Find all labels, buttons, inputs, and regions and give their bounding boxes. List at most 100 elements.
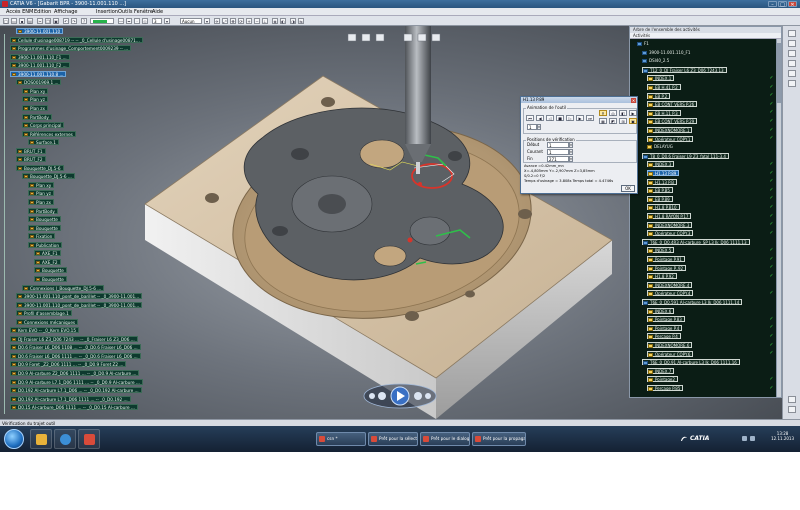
activity-row[interactable]: Opérateur COPY.1 (647, 135, 694, 142)
spec-tree-node[interactable]: 3900-11.001.110.8 ... (10, 70, 67, 77)
activity-row[interactable]: T6E_0_D0.591 Al-carbure L3 Ik_D06 1111.1… (642, 299, 743, 305)
spec-tree-node[interactable]: D0.192 Al-carbure L7.1_D06 1111 ... -- _… (10, 395, 131, 402)
activity-row[interactable]: INDEXNOMORE.6 (647, 342, 693, 348)
line-weight-icon[interactable]: ═ (126, 18, 132, 24)
activity-row[interactable]: H1.13 P.89 (647, 170, 680, 176)
spec-tree-node[interactable]: Bouquette (28, 216, 61, 223)
spec-tree-node[interactable]: Profil d'assemblage.1 (16, 310, 72, 317)
spec-tree-node[interactable]: AXE_F2 (34, 258, 61, 265)
spec-tree-node[interactable]: Plan yz (28, 190, 54, 197)
open-file-icon[interactable]: ▭ (11, 18, 17, 24)
step-forward-icon[interactable]: ▶ (576, 115, 584, 121)
activity-row[interactable]: EB P.2 (647, 92, 671, 99)
spec-tree-node[interactable]: DOS001969.1 ... (16, 79, 62, 86)
simulate-icon[interactable] (788, 80, 796, 87)
play-back-icon[interactable]: ◁ (546, 115, 554, 121)
debut-spinner[interactable]: ▾ (569, 142, 573, 148)
paste-icon[interactable]: ▣ (53, 18, 59, 24)
activity-row[interactable]: DSI40_2.5 (642, 58, 669, 64)
activity-row[interactable]: T6E_0_D0.91 Al-carbure L3 Ik_D06 1111.16 (642, 359, 740, 366)
activity-row[interactable]: H1.13 P.B (647, 178, 677, 185)
new-file-icon[interactable]: □ (3, 18, 9, 24)
filter-combo[interactable]: Aucun (180, 18, 202, 24)
activity-row[interactable]: Opérateur COPY.6 (647, 350, 694, 357)
spec-tree-node[interactable]: 3900-11.001.110_pont_de_barillet -- _0_3… (16, 293, 143, 300)
layer-combo[interactable]: 3 (152, 18, 162, 24)
dialog-close-icon[interactable]: ✕ (631, 97, 636, 103)
swap-visible-icon[interactable]: ⇆ (298, 18, 304, 24)
spec-tree-node[interactable]: D0.9 Al-carbure Z2_D06 1111 ... -- _0_D0… (10, 370, 140, 376)
menu-outils[interactable]: Outils (118, 9, 132, 15)
normal-view-icon[interactable]: ⊥ (262, 18, 268, 24)
line-type-icon[interactable]: ― (118, 18, 124, 24)
rewind-icon[interactable]: ⏮ (526, 115, 534, 121)
zoom-out-icon[interactable]: − (254, 18, 260, 24)
spec-tree-node[interactable]: D0.9 Foret _Z2_D06 1111 ... -- _0_D0.9 F… (10, 361, 127, 368)
spec-tree-node[interactable]: Surface.1 (28, 139, 59, 146)
activity-row[interactable]: INDEX.5 (647, 247, 675, 254)
activity-row[interactable]: Pointage P.4 (647, 324, 683, 331)
courant-field[interactable]: 1 (547, 149, 569, 155)
ok-button[interactable]: OK (621, 185, 635, 192)
spec-tree-node[interactable]: 3900-11.001.110_F1 ... (10, 53, 70, 60)
activity-row[interactable]: Pointage P.91 (647, 256, 685, 262)
activity-row[interactable]: EB CONT VERS P.29 (647, 118, 698, 125)
tool-change-icon[interactable] (788, 70, 796, 77)
play-icon[interactable]: ▷ (566, 115, 574, 121)
material-removal-icon[interactable]: ◧ (619, 110, 627, 116)
cut-icon[interactable]: ✂ (37, 18, 43, 24)
print-icon[interactable]: ▤ (27, 18, 33, 24)
activity-row[interactable]: EB H.11 P.3 (647, 109, 681, 116)
network-icon[interactable] (742, 436, 747, 441)
simulation-player[interactable] (360, 380, 440, 410)
spec-tree-node[interactable]: D0.6 Fraiser L6_D06 1111 ... -- _0_D0.6 … (10, 352, 141, 359)
activity-row[interactable]: T6E_0_D0.4R3 Al-carbure_SP L3 Ik_D06 111… (642, 238, 750, 245)
spec-tree-node[interactable]: D0.15 Al-carbure_D06 1111 ... -- _0_D0.1… (10, 404, 138, 411)
step-field[interactable]: 1 (527, 124, 537, 130)
spec-tree-node[interactable]: Corps principal (22, 122, 65, 129)
activity-row[interactable]: Perçage P.4 (647, 333, 681, 340)
spec-tree-node[interactable]: 3900-11.001.110 (16, 28, 64, 34)
fly-mode-icon[interactable]: ✈ (214, 18, 220, 24)
video-icon[interactable]: ▶ (629, 110, 637, 116)
volume-icon[interactable] (750, 436, 755, 441)
pan-icon[interactable]: ✥ (230, 18, 236, 24)
activity-row[interactable]: INDEX.1 (647, 75, 675, 82)
photo-icon[interactable]: ▣ (629, 118, 637, 124)
view-selector-icons[interactable] (347, 33, 441, 42)
spec-tree-node[interactable]: Connexions mécaniques (16, 318, 79, 325)
spec-tree-node[interactable]: Bouquette (28, 224, 61, 231)
spec-tree-node[interactable]: BRUT_F2 (16, 156, 46, 163)
shading-icon[interactable]: ◐ (280, 18, 286, 24)
spec-tree-node[interactable]: Bouquette_DJ.5-6 ... (22, 173, 75, 180)
maximize-button[interactable]: □ (778, 1, 787, 8)
save-icon[interactable]: ▪ (19, 18, 25, 24)
spec-tree-node[interactable]: D0.192 Al-carbure L7.1_D06 ... -- _0_D0.… (10, 387, 142, 394)
spec-tree-node[interactable]: Kern EVO -- _0_Kern EVO.15 (10, 327, 79, 334)
activity-row[interactable]: EB H.41 P.2 (647, 84, 681, 90)
analysis-icon[interactable]: ◩ (609, 118, 617, 124)
spec-tree-node[interactable]: PartBody (28, 207, 58, 214)
measure-icon[interactable]: ⊞ (619, 118, 627, 124)
spec-tree-node[interactable]: Références externes (22, 130, 76, 137)
activities-panel[interactable]: Arbre de l'ensemble des activités Activi… (629, 26, 782, 398)
spec-tree-node[interactable]: Bouquette (34, 275, 67, 282)
fit-all-icon[interactable]: ⤢ (222, 18, 228, 24)
spec-tree-node[interactable]: Publication (28, 241, 62, 248)
activity-row[interactable]: H1.8 P.B10 (647, 204, 680, 211)
activity-row[interactable]: INDEXNOMORE.1 (647, 127, 693, 133)
activity-row[interactable]: Opérateur COPY.3 (647, 230, 694, 237)
step-spinner[interactable]: ▾ (537, 124, 541, 130)
activity-row[interactable]: Pointage P.83 (647, 316, 685, 323)
courant-spinner[interactable]: ▾ (569, 149, 573, 155)
activity-row[interactable]: T8_0_D0.6 Fraiser L9 Z3_fatal 111-3.4 (642, 152, 729, 159)
close-button[interactable]: ✕ (788, 1, 797, 8)
taskbar-window-button[interactable]: csn * (316, 432, 366, 446)
profile-op-icon[interactable] (788, 60, 796, 67)
activity-row[interactable]: DELAYUG (647, 144, 673, 150)
activity-row[interactable]: INDEXNOMORE.4 (647, 281, 693, 288)
activity-row[interactable]: H1.8 RAYON P.17 (647, 213, 692, 219)
activity-row[interactable]: Perçage P.85 (647, 385, 684, 391)
activity-row[interactable]: Pointage P..92 (647, 264, 687, 271)
spec-tree-node[interactable]: 3900-11.001.110_F2 ... (10, 62, 70, 69)
